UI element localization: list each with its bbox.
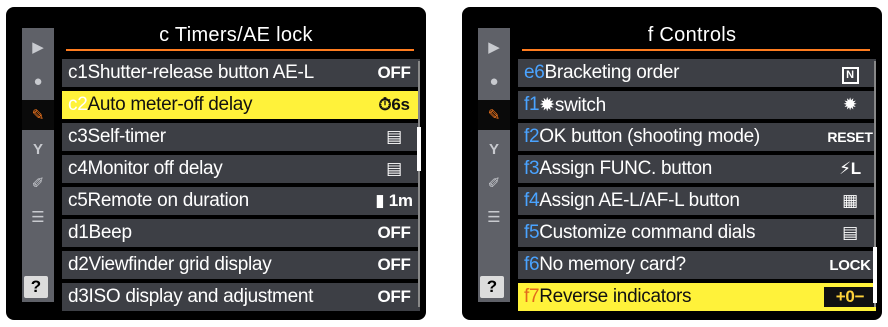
item-value: ✹ [843,95,857,114]
item-value: N [824,63,876,84]
custom-settings-tab[interactable]: ✎ [22,100,54,130]
menu-screen-controls: ▶ ● ✎ Y ✐ ☰ ? f Controls e6 Bracketing o… [462,7,882,320]
menu-item-d1[interactable]: d1 Beep OFF [62,219,420,247]
item-code: e6 [524,62,545,83]
help-icon[interactable]: ? [24,276,48,298]
help-icon[interactable]: ? [480,276,504,298]
scrollbar-track[interactable] [418,61,420,307]
menu-item-f2[interactable]: f2 OK button (shooting mode) RESET [518,123,876,151]
item-label: ISO display and adjustment [88,286,314,307]
scrollbar-thumb[interactable] [873,247,877,303]
setup-menu-tab[interactable]: Y [22,134,54,164]
menu-title: f Controls [647,24,737,46]
item-value: OFF [377,255,411,274]
setup-menu-tab[interactable]: Y [478,134,510,164]
item-label: Self-timer [87,126,166,147]
shooting-menu-tab[interactable]: ● [22,66,54,96]
bracketing-order-icon: N [841,66,859,84]
title-divider [66,49,414,51]
item-value: LOCK [829,256,871,274]
menu-item-c2[interactable]: c2 Auto meter-off delay ⏱6s [62,91,420,119]
item-value: ▦ [842,191,858,210]
item-value: ▤ [842,223,858,242]
item-label: Assign AE-L/AF-L button [539,190,740,211]
menu-item-c4[interactable]: c4 Monitor off delay ▤ [62,155,420,183]
shooting-menu-tab[interactable]: ● [478,66,510,96]
item-value: ⚡L [839,159,861,178]
item-code: f4 [524,190,540,211]
item-code: d2 [68,254,89,275]
item-code: d1 [68,222,89,243]
menu-tab-sidebar: ▶ ● ✎ Y ✐ ☰ ? [478,28,510,302]
item-code: f6 [524,254,540,275]
menu-item-c3[interactable]: c3 Self-timer ▤ [62,123,420,151]
item-code: f2 [524,126,540,147]
menu-list: e6 Bracketing order N f1 ✹switch ✹ f2 OK… [518,59,876,315]
item-code: d3 [68,286,89,307]
item-label: OK button (shooting mode) [539,126,760,147]
item-value: ▤ [386,159,402,178]
item-label: Auto meter-off delay [87,94,253,115]
menu-item-f1[interactable]: f1 ✹switch ✹ [518,91,876,119]
menu-item-f7[interactable]: f7 Reverse indicators +0− [518,283,876,311]
menu-item-f5[interactable]: f5 Customize command dials ▤ [518,219,876,247]
item-value: RESET [827,129,873,145]
playback-menu-tab[interactable]: ▶ [478,32,510,62]
item-value: OFF [377,63,411,82]
item-value: OFF [377,223,411,242]
item-label: Viewfinder grid display [88,254,272,275]
item-value: +0− [824,287,876,307]
item-code: f7 [524,286,540,307]
menu-title: c Timers/AE lock [159,24,313,46]
playback-menu-tab[interactable]: ▶ [22,32,54,62]
retouch-menu-tab[interactable]: ✐ [22,168,54,198]
item-code: c1 [68,62,88,83]
item-value: ▤ [386,127,402,146]
menu-item-e6[interactable]: e6 Bracketing order N [518,59,876,87]
custom-settings-tab[interactable]: ✎ [478,100,510,130]
menu-item-f6[interactable]: f6 No memory card? LOCK [518,251,876,279]
item-label: Assign FUNC. button [539,158,713,179]
menu-screen-timers-ae-lock: ▶ ● ✎ Y ✐ ☰ ? c Timers/AE lock c1 Shutte… [6,7,426,320]
menu-item-f4[interactable]: f4 Assign AE-L/AF-L button ▦ [518,187,876,215]
item-code: c5 [68,190,88,211]
item-value: ⏱6s [368,95,420,115]
item-label: Beep [88,222,132,243]
menu-item-d2[interactable]: d2 Viewfinder grid display OFF [62,251,420,279]
item-code: f3 [524,158,540,179]
item-label: ✹switch [539,94,606,116]
item-label: Reverse indicators [539,286,692,307]
retouch-menu-tab[interactable]: ✐ [478,168,510,198]
item-value: OFF [377,287,411,306]
item-label: Shutter-release button AE-L [87,62,314,83]
menu-item-f3[interactable]: f3 Assign FUNC. button ⚡L [518,155,876,183]
menu-tab-sidebar: ▶ ● ✎ Y ✐ ☰ ? [22,28,54,302]
item-label: Monitor off delay [87,158,223,179]
item-value: ▮ 1m [375,191,413,210]
my-menu-tab[interactable]: ☰ [478,202,510,232]
item-code: f5 [524,222,540,243]
item-code: f1 [524,94,540,115]
menu-item-d3[interactable]: d3 ISO display and adjustment OFF [62,283,420,311]
item-code: c4 [68,158,88,179]
item-code: c2 [68,94,88,115]
item-label: Remote on duration [87,190,249,211]
menu-item-c5[interactable]: c5 Remote on duration ▮ 1m [62,187,420,215]
item-label: Bracketing order [544,62,680,83]
item-label: No memory card? [539,254,686,275]
item-code: c3 [68,126,88,147]
item-label: Customize command dials [539,222,756,243]
my-menu-tab[interactable]: ☰ [22,202,54,232]
title-divider [522,49,870,51]
menu-list: c1 Shutter-release button AE-L OFF c2 Au… [62,59,420,315]
scrollbar-thumb[interactable] [417,127,421,171]
menu-item-c1[interactable]: c1 Shutter-release button AE-L OFF [62,59,420,87]
